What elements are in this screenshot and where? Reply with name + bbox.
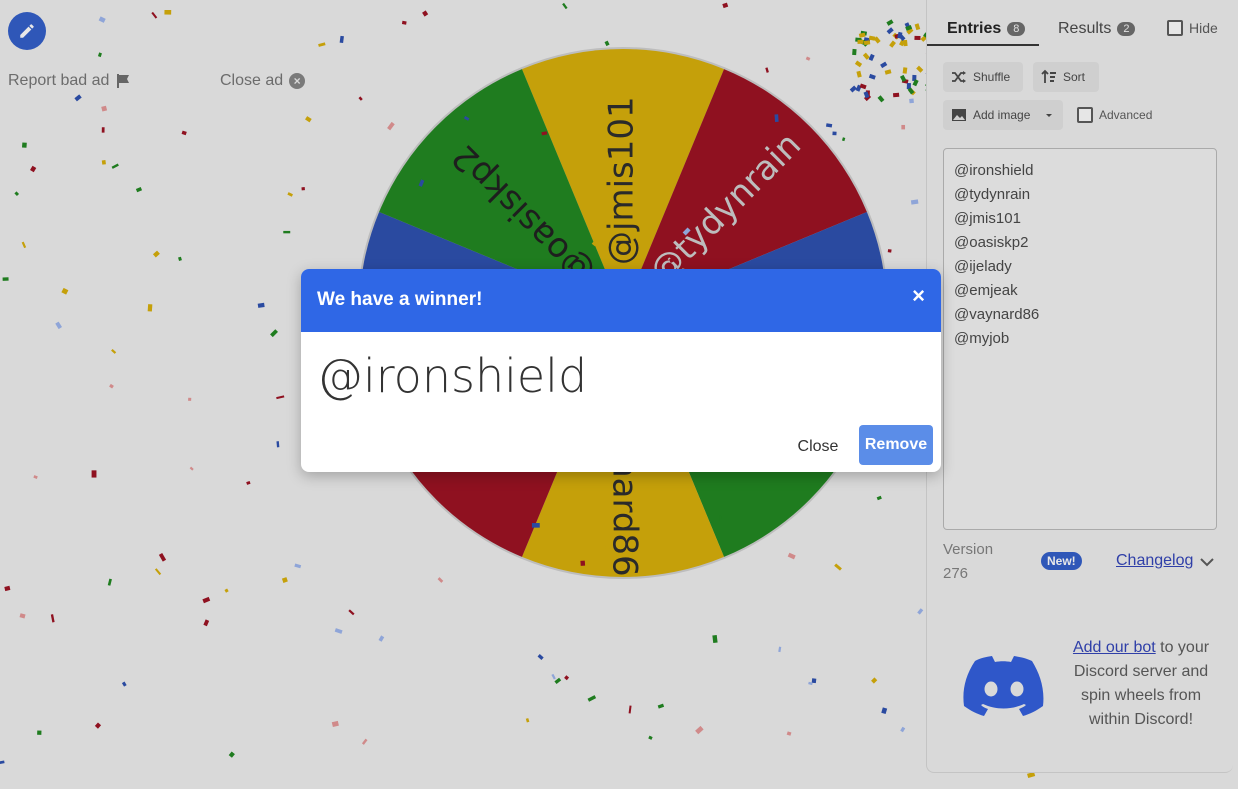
report-ad-label: Report bad ad	[8, 72, 110, 89]
sort-label: Sort	[1063, 70, 1086, 84]
shuffle-label: Shuffle	[973, 70, 1011, 84]
shuffle-button[interactable]: Shuffle	[943, 62, 1023, 92]
version-info: Version 276	[943, 538, 993, 586]
add-image-button[interactable]: Add image	[943, 100, 1063, 130]
sort-icon	[1041, 69, 1056, 83]
entry-item: @tydynrain	[954, 186, 1031, 203]
changelog-link[interactable]: Changelog	[1116, 552, 1193, 570]
close-icon[interactable]: ×	[912, 283, 925, 309]
close-ad-label: Close ad	[220, 72, 284, 89]
caret-down-icon	[1046, 114, 1053, 117]
discord-icon	[963, 656, 1044, 716]
entries-count-badge: 8	[1007, 22, 1026, 36]
entry-item: @emjeak	[954, 282, 1018, 299]
entries-panel: Entries 8 Results 2 Hide Shuffle Sort Ad…	[926, 0, 1233, 773]
version-number: 276	[943, 565, 969, 582]
sort-button[interactable]: Sort	[1033, 62, 1099, 92]
report-ad-link[interactable]: Report bad ad	[8, 72, 131, 90]
remove-button[interactable]: Remove	[859, 425, 933, 465]
add-image-label: Add image	[973, 108, 1031, 122]
version-label: Version	[943, 541, 994, 558]
entry-item: @oasiskp2	[954, 234, 1029, 251]
new-badge: New!	[1041, 552, 1082, 570]
dialog-title: We have a winner!	[317, 289, 483, 310]
discord-promo: Add our bot to your Discord server and s…	[1065, 636, 1217, 732]
advanced-checkbox[interactable]	[1077, 107, 1093, 123]
add-bot-link[interactable]: Add our bot	[1073, 639, 1156, 656]
entry-item: @ijelady	[954, 258, 1012, 275]
advanced-toggle[interactable]: Advanced	[1077, 107, 1152, 123]
winner-dialog: We have a winner! × @ironshield Close Re…	[301, 269, 941, 472]
shuffle-icon	[952, 71, 966, 83]
entries-textarea[interactable]: @ironshield @tydynrain @jmis101 @oasiskp…	[943, 148, 1217, 530]
chevron-down-icon[interactable]	[1199, 550, 1215, 574]
entry-item: @ironshield	[954, 162, 1034, 179]
entry-item: @myjob	[954, 330, 1010, 347]
active-tab-indicator	[927, 44, 1039, 46]
tab-results-label: Results	[1058, 20, 1112, 37]
entry-item: @jmis101	[954, 210, 1021, 227]
advanced-label: Advanced	[1099, 108, 1153, 122]
pencil-icon	[20, 24, 34, 38]
wheel-label: @jmis101	[602, 96, 642, 265]
hide-label: Hide	[1189, 20, 1218, 36]
edit-button[interactable]	[8, 12, 46, 50]
results-count-badge: 2	[1117, 22, 1136, 36]
hide-toggle[interactable]: Hide	[1167, 20, 1218, 36]
tab-entries[interactable]: Entries 8	[947, 20, 1026, 38]
flag-icon	[117, 74, 130, 88]
close-ad-link[interactable]: Close ad ×	[220, 72, 306, 90]
dialog-header: We have a winner! ×	[301, 269, 941, 332]
hide-checkbox[interactable]	[1167, 20, 1183, 36]
tab-entries-label: Entries	[947, 20, 1002, 37]
entry-item: @vaynard86	[954, 306, 1040, 323]
panel-tabs: Entries 8 Results 2 Hide	[927, 16, 1233, 48]
close-ad-icon: ×	[289, 73, 306, 89]
winner-name: @ironshield	[317, 349, 588, 403]
tab-results[interactable]: Results 2	[1058, 20, 1136, 38]
image-icon	[952, 109, 966, 121]
close-button[interactable]: Close	[787, 427, 849, 467]
